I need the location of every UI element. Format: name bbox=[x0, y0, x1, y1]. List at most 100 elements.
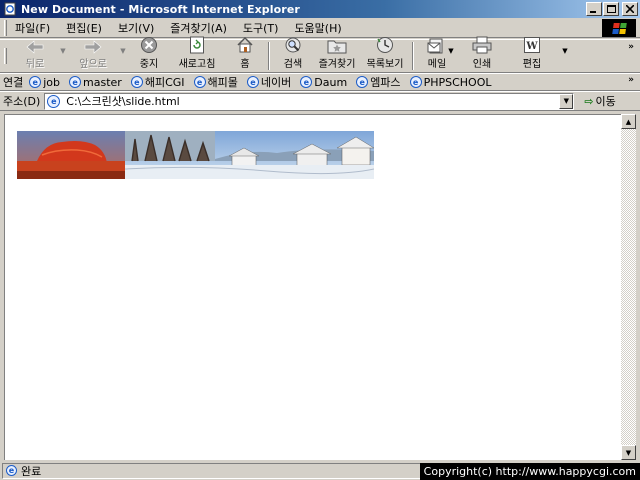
back-button[interactable]: 뒤로 bbox=[13, 40, 57, 72]
links-more-icon[interactable]: » bbox=[628, 75, 634, 85]
go-arrow-icon: ⇨ bbox=[584, 94, 594, 108]
search-icon bbox=[283, 36, 303, 54]
go-button[interactable]: ⇨ 이동 bbox=[584, 93, 615, 109]
vertical-scrollbar[interactable]: ▲ ▼ bbox=[621, 114, 636, 460]
home-button[interactable]: 홈 bbox=[225, 36, 265, 72]
ie-link-icon: e bbox=[300, 76, 313, 88]
refresh-button[interactable]: 새로고침 bbox=[169, 36, 225, 72]
link-naver[interactable]: e 네이버 bbox=[246, 74, 292, 90]
toolbar-separator bbox=[268, 42, 270, 70]
menu-favorites[interactable]: 즐겨찾기(A) bbox=[162, 20, 235, 36]
menu-edit[interactable]: 편집(E) bbox=[58, 20, 110, 36]
link-happymall[interactable]: e 해피몰 bbox=[193, 74, 238, 90]
maximize-icon bbox=[606, 5, 616, 13]
ie-link-icon: e bbox=[356, 76, 369, 88]
edit-button[interactable]: W 편집 bbox=[507, 37, 557, 72]
link-label: master bbox=[83, 75, 122, 89]
home-label: 홈 bbox=[240, 59, 250, 70]
link-label: 해피CGI bbox=[144, 76, 185, 89]
history-label: 목록보기 bbox=[366, 59, 404, 70]
arrow-down-icon: ▼ bbox=[625, 448, 632, 457]
stop-label: 중지 bbox=[139, 59, 159, 70]
address-input[interactable]: e C:\스크린샷\slide.html ▼ bbox=[44, 92, 575, 110]
minimize-icon bbox=[590, 11, 596, 13]
link-label: 해피몰 bbox=[207, 76, 238, 89]
panorama-banner-image bbox=[17, 131, 374, 179]
forward-dropdown-icon[interactable]: ▼ bbox=[117, 47, 129, 55]
favorites-folder-icon bbox=[327, 38, 347, 54]
home-icon bbox=[235, 36, 255, 54]
stop-icon bbox=[139, 36, 159, 54]
stop-button[interactable]: 중지 bbox=[129, 37, 169, 72]
status-text: 완료 bbox=[21, 464, 42, 478]
windows-logo-throbber bbox=[602, 19, 636, 37]
back-arrow-icon bbox=[25, 40, 45, 54]
maximize-button[interactable] bbox=[603, 2, 619, 16]
page-content bbox=[4, 114, 621, 460]
menu-grip[interactable] bbox=[4, 19, 7, 36]
ie-link-icon: e bbox=[193, 76, 206, 88]
address-dropdown-icon[interactable]: ▼ bbox=[559, 93, 574, 109]
minimize-button[interactable] bbox=[586, 2, 602, 16]
ie-link-icon: e bbox=[69, 76, 82, 88]
windows-logo-icon bbox=[611, 22, 627, 34]
window-title: New Document - Microsoft Internet Explor… bbox=[21, 2, 300, 16]
status-page-icon: e bbox=[6, 465, 17, 476]
ie-link-icon: e bbox=[246, 76, 259, 88]
links-label: 연결 bbox=[3, 76, 24, 89]
ie-link-icon: e bbox=[409, 76, 422, 88]
ie-link-icon: e bbox=[29, 76, 42, 88]
standard-toolbar: 뒤로 ▼ 앞으로 ▼ 중지 새로고침 홈 검색 즐겨찾기 목록보기 메일 ▼ 인… bbox=[0, 36, 640, 73]
link-phpschool[interactable]: e PHPSCHOOL bbox=[409, 75, 492, 89]
title-bar[interactable]: New Document - Microsoft Internet Explor… bbox=[0, 0, 640, 18]
status-text-pane: e 완료 bbox=[2, 462, 434, 479]
menu-tools[interactable]: 도구(T) bbox=[235, 20, 287, 36]
back-dropdown-icon[interactable]: ▼ bbox=[57, 47, 69, 55]
scroll-up-button[interactable]: ▲ bbox=[621, 114, 636, 129]
window-frame-edge bbox=[636, 112, 640, 462]
menu-help[interactable]: 도움말(H) bbox=[286, 20, 349, 36]
search-label: 검색 bbox=[283, 59, 303, 70]
toolbar-grip[interactable] bbox=[4, 48, 7, 64]
link-label: PHPSCHOOL bbox=[423, 75, 492, 89]
copyright-overlay: Copyright(c) http://www.happycgi.com bbox=[419, 463, 640, 480]
link-daum[interactable]: e Daum bbox=[300, 76, 347, 89]
history-button[interactable]: 목록보기 bbox=[361, 37, 409, 72]
arrow-up-icon: ▲ bbox=[625, 117, 632, 126]
forward-arrow-icon bbox=[83, 40, 103, 54]
word-edit-icon: W bbox=[522, 36, 542, 54]
forward-label: 앞으로 bbox=[79, 59, 107, 70]
link-empas[interactable]: e 엠파스 bbox=[356, 74, 401, 90]
link-happycgi[interactable]: e 해피CGI bbox=[130, 74, 185, 90]
link-label: job bbox=[43, 75, 61, 89]
menu-file[interactable]: 파일(F) bbox=[13, 20, 58, 36]
edit-dropdown-icon[interactable]: ▼ bbox=[559, 47, 571, 55]
link-label: 네이버 bbox=[260, 76, 292, 89]
print-button[interactable]: 인쇄 bbox=[457, 36, 507, 72]
mail-button[interactable]: 메일 bbox=[417, 38, 457, 72]
toolbar-more-icon[interactable]: » bbox=[628, 42, 634, 52]
link-label: Daum bbox=[314, 75, 348, 89]
toolbar-separator bbox=[412, 42, 414, 70]
mail-dropdown-icon[interactable]: ▼ bbox=[445, 47, 457, 55]
address-url: C:\스크린샷\slide.html bbox=[66, 95, 180, 108]
refresh-label: 새로고침 bbox=[178, 59, 216, 70]
svg-text:W: W bbox=[525, 41, 538, 52]
close-button[interactable] bbox=[622, 2, 638, 16]
page-icon: e bbox=[47, 94, 61, 108]
back-label: 뒤로 bbox=[25, 59, 45, 70]
forward-button[interactable]: 앞으로 bbox=[69, 40, 117, 72]
go-label: 이동 bbox=[595, 95, 616, 108]
link-master[interactable]: e master bbox=[69, 76, 122, 89]
search-button[interactable]: 검색 bbox=[273, 37, 313, 72]
address-bar: 주소(D) e C:\스크린샷\slide.html ▼ ⇨ 이동 bbox=[0, 91, 640, 111]
print-label: 인쇄 bbox=[472, 59, 492, 70]
link-job[interactable]: e job bbox=[29, 76, 60, 89]
close-icon bbox=[626, 5, 634, 13]
print-icon bbox=[472, 36, 492, 54]
menu-view[interactable]: 보기(V) bbox=[110, 20, 162, 36]
link-label: 엠파스 bbox=[370, 76, 401, 89]
scroll-down-button[interactable]: ▼ bbox=[621, 445, 636, 460]
edit-label: 편집 bbox=[522, 59, 542, 70]
favorites-button[interactable]: 즐겨찾기 bbox=[313, 40, 361, 72]
